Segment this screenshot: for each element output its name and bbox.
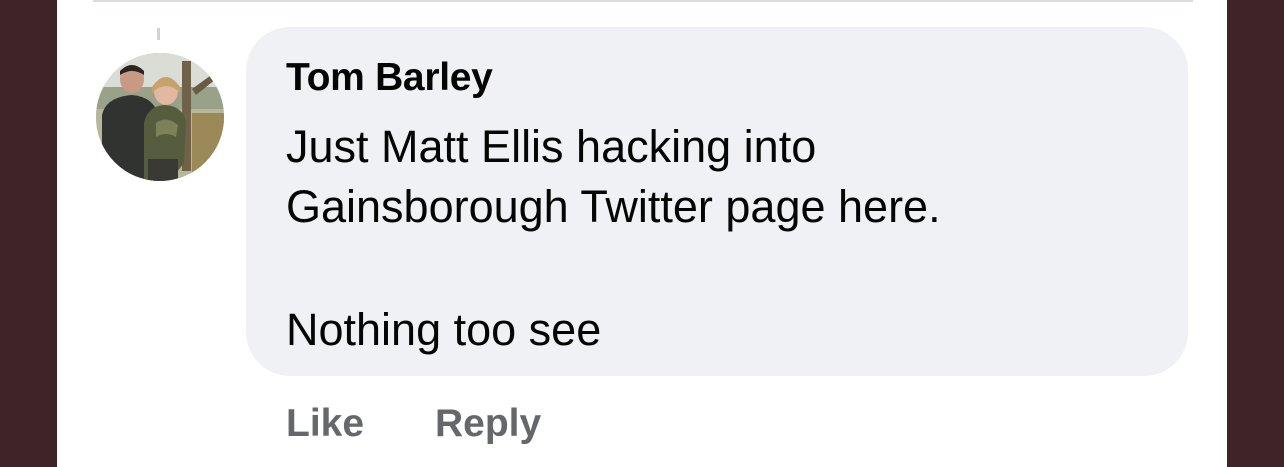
reply-button[interactable]: Reply bbox=[435, 402, 541, 446]
comment-bubble: Tom Barley Just Matt Ellis hacking into … bbox=[246, 27, 1188, 376]
thread-line bbox=[157, 28, 160, 40]
screenshot-frame: Tom Barley Just Matt Ellis hacking into … bbox=[0, 0, 1284, 467]
comment-text-line: Nothing too see bbox=[286, 304, 602, 355]
avatar[interactable] bbox=[96, 53, 224, 181]
divider bbox=[93, 0, 1193, 2]
comment-text-line: Gainsborough Twitter page here. bbox=[286, 181, 941, 232]
comment-panel: Tom Barley Just Matt Ellis hacking into … bbox=[57, 0, 1227, 467]
comment-author[interactable]: Tom Barley bbox=[286, 56, 493, 100]
comment-text-line: Just Matt Ellis hacking into bbox=[286, 121, 817, 172]
like-button[interactable]: Like bbox=[286, 402, 364, 446]
avatar-photo-icon bbox=[96, 53, 224, 181]
